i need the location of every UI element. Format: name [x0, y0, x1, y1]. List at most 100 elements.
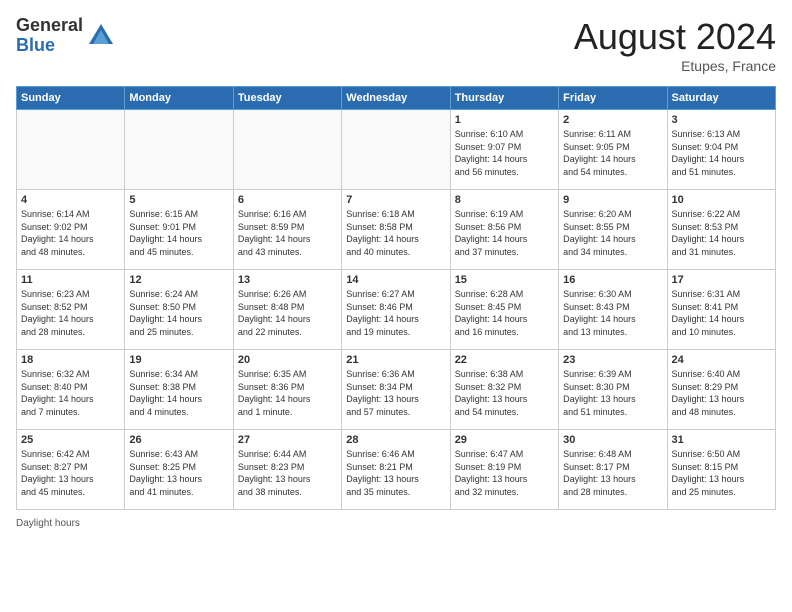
daylight-hours-label: Daylight hours — [16, 518, 80, 529]
day-number: 19 — [129, 354, 228, 366]
table-row: 8 Sunrise: 6:19 AM Sunset: 8:56 PM Daylig… — [450, 190, 558, 270]
table-row: 2Sunrise: 6:11 AM Sunset: 9:05 PM Daylig… — [559, 110, 667, 190]
day-info: Sunrise: 6:11 AM Sunset: 9:05 PM Dayligh… — [563, 128, 662, 178]
table-row — [125, 110, 233, 190]
header-thursday: Thursday — [450, 87, 558, 110]
table-row: 12 Sunrise: 6:24 AM Sunset: 8:50 PM Dayli… — [125, 270, 233, 350]
week-row-2: 4Sunrise: 6:14 AM Sunset: 9:02 PM Daylig… — [17, 190, 776, 270]
day-number: 30 — [563, 434, 662, 446]
table-row: 14Sunrise: 6:27 AM Sunset: 8:46 PM Dayli… — [342, 270, 450, 350]
week-row-4: 18 Sunrise: 6:32 AM Sunset: 8:40 PM Dayli… — [17, 350, 776, 430]
day-number: 18 — [21, 354, 120, 366]
day-info: Sunrise: 6:44 AM Sunset: 8:23 PM Dayligh… — [238, 448, 337, 498]
table-row: 31 Sunrise: 6:50 AM Sunset: 8:15 PM Dayli… — [667, 430, 775, 510]
logo-blue: Blue — [16, 36, 83, 56]
day-info: Sunrise: 6:14 AM Sunset: 9:02 PM Dayligh… — [21, 208, 120, 258]
day-number: 23 — [563, 354, 662, 366]
day-info: Sunrise: 6:26 AM Sunset: 8:48 PM Dayligh… — [238, 288, 337, 338]
day-info: Sunrise: 6:31 AM Sunset: 8:41 PM Dayligh… — [672, 288, 771, 338]
day-number: 16 — [563, 274, 662, 286]
day-number: 27 — [238, 434, 337, 446]
table-row — [342, 110, 450, 190]
table-row: 1 Sunrise: 6:10 AM Sunset: 9:07 PM Daylig… — [450, 110, 558, 190]
day-info: Sunrise: 6:42 AM Sunset: 8:27 PM Dayligh… — [21, 448, 120, 498]
day-info: Sunrise: 6:28 AM Sunset: 8:45 PM Dayligh… — [455, 288, 554, 338]
title-block: August 2024 Etupes, France — [574, 16, 776, 74]
day-number: 11 — [21, 274, 120, 286]
day-number: 9 — [563, 194, 662, 206]
day-number: 22 — [455, 354, 554, 366]
day-info: Sunrise: 6:30 AM Sunset: 8:43 PM Dayligh… — [563, 288, 662, 338]
day-number: 12 — [129, 274, 228, 286]
day-info: Sunrise: 6:35 AM Sunset: 8:36 PM Dayligh… — [238, 368, 337, 418]
week-row-3: 11 Sunrise: 6:23 AM Sunset: 8:52 PM Dayli… — [17, 270, 776, 350]
logo-icon — [87, 22, 115, 50]
table-row: 7Sunrise: 6:18 AM Sunset: 8:58 PM Daylig… — [342, 190, 450, 270]
table-row — [17, 110, 125, 190]
week-row-1: 1 Sunrise: 6:10 AM Sunset: 9:07 PM Daylig… — [17, 110, 776, 190]
table-row: 11 Sunrise: 6:23 AM Sunset: 8:52 PM Dayli… — [17, 270, 125, 350]
day-info: Sunrise: 6:24 AM Sunset: 8:50 PM Dayligh… — [129, 288, 228, 338]
table-row: 13 Sunrise: 6:26 AM Sunset: 8:48 PM Dayli… — [233, 270, 341, 350]
day-info: Sunrise: 6:47 AM Sunset: 8:19 PM Dayligh… — [455, 448, 554, 498]
day-info: Sunrise: 6:36 AM Sunset: 8:34 PM Dayligh… — [346, 368, 445, 418]
table-row: 5Sunrise: 6:15 AM Sunset: 9:01 PM Daylig… — [125, 190, 233, 270]
day-number: 14 — [346, 274, 445, 286]
header-friday: Friday — [559, 87, 667, 110]
day-number: 31 — [672, 434, 771, 446]
table-row: 30 Sunrise: 6:48 AM Sunset: 8:17 PM Dayli… — [559, 430, 667, 510]
week-row-5: 25 Sunrise: 6:42 AM Sunset: 8:27 PM Dayli… — [17, 430, 776, 510]
table-row: 18 Sunrise: 6:32 AM Sunset: 8:40 PM Dayli… — [17, 350, 125, 430]
table-row — [233, 110, 341, 190]
day-number: 5 — [129, 194, 228, 206]
footer: Daylight hours — [16, 518, 776, 529]
table-row: 26Sunrise: 6:43 AM Sunset: 8:25 PM Dayli… — [125, 430, 233, 510]
table-row: 21Sunrise: 6:36 AM Sunset: 8:34 PM Dayli… — [342, 350, 450, 430]
month-year: August 2024 — [574, 16, 776, 58]
day-number: 15 — [455, 274, 554, 286]
day-number: 6 — [238, 194, 337, 206]
day-number: 8 — [455, 194, 554, 206]
day-number: 28 — [346, 434, 445, 446]
table-row: 4Sunrise: 6:14 AM Sunset: 9:02 PM Daylig… — [17, 190, 125, 270]
day-info: Sunrise: 6:32 AM Sunset: 8:40 PM Dayligh… — [21, 368, 120, 418]
day-info: Sunrise: 6:10 AM Sunset: 9:07 PM Dayligh… — [455, 128, 554, 178]
table-row: 17 Sunrise: 6:31 AM Sunset: 8:41 PM Dayli… — [667, 270, 775, 350]
day-info: Sunrise: 6:38 AM Sunset: 8:32 PM Dayligh… — [455, 368, 554, 418]
day-info: Sunrise: 6:22 AM Sunset: 8:53 PM Dayligh… — [672, 208, 771, 258]
header-sunday: Sunday — [17, 87, 125, 110]
day-number: 3 — [672, 114, 771, 126]
day-info: Sunrise: 6:48 AM Sunset: 8:17 PM Dayligh… — [563, 448, 662, 498]
calendar-table: SundayMondayTuesdayWednesdayThursdayFrid… — [16, 86, 776, 510]
calendar-header-row: SundayMondayTuesdayWednesdayThursdayFrid… — [17, 87, 776, 110]
day-info: Sunrise: 6:19 AM Sunset: 8:56 PM Dayligh… — [455, 208, 554, 258]
table-row: 25 Sunrise: 6:42 AM Sunset: 8:27 PM Dayli… — [17, 430, 125, 510]
header-wednesday: Wednesday — [342, 87, 450, 110]
table-row: 15 Sunrise: 6:28 AM Sunset: 8:45 PM Dayli… — [450, 270, 558, 350]
day-info: Sunrise: 6:23 AM Sunset: 8:52 PM Dayligh… — [21, 288, 120, 338]
table-row: 16 Sunrise: 6:30 AM Sunset: 8:43 PM Dayli… — [559, 270, 667, 350]
day-number: 24 — [672, 354, 771, 366]
page-header: General Blue August 2024 Etupes, France — [16, 16, 776, 74]
day-number: 1 — [455, 114, 554, 126]
day-number: 20 — [238, 354, 337, 366]
table-row: 22 Sunrise: 6:38 AM Sunset: 8:32 PM Dayli… — [450, 350, 558, 430]
header-monday: Monday — [125, 87, 233, 110]
day-number: 17 — [672, 274, 771, 286]
day-info: Sunrise: 6:13 AM Sunset: 9:04 PM Dayligh… — [672, 128, 771, 178]
day-info: Sunrise: 6:20 AM Sunset: 8:55 PM Dayligh… — [563, 208, 662, 258]
day-info: Sunrise: 6:50 AM Sunset: 8:15 PM Dayligh… — [672, 448, 771, 498]
table-row: 9 Sunrise: 6:20 AM Sunset: 8:55 PM Daylig… — [559, 190, 667, 270]
table-row: 6Sunrise: 6:16 AM Sunset: 8:59 PM Daylig… — [233, 190, 341, 270]
day-info: Sunrise: 6:18 AM Sunset: 8:58 PM Dayligh… — [346, 208, 445, 258]
table-row: 24Sunrise: 6:40 AM Sunset: 8:29 PM Dayli… — [667, 350, 775, 430]
table-row: 27 Sunrise: 6:44 AM Sunset: 8:23 PM Dayli… — [233, 430, 341, 510]
table-row: 10Sunrise: 6:22 AM Sunset: 8:53 PM Dayli… — [667, 190, 775, 270]
day-number: 13 — [238, 274, 337, 286]
table-row: 3 Sunrise: 6:13 AM Sunset: 9:04 PM Daylig… — [667, 110, 775, 190]
day-number: 25 — [21, 434, 120, 446]
location: Etupes, France — [574, 58, 776, 74]
table-row: 23Sunrise: 6:39 AM Sunset: 8:30 PM Dayli… — [559, 350, 667, 430]
day-info: Sunrise: 6:46 AM Sunset: 8:21 PM Dayligh… — [346, 448, 445, 498]
table-row: 28 Sunrise: 6:46 AM Sunset: 8:21 PM Dayli… — [342, 430, 450, 510]
